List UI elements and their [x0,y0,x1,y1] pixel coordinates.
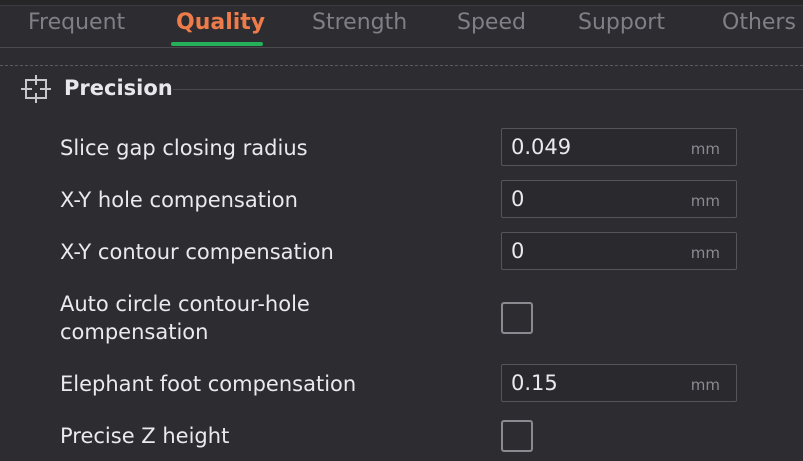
slice-gap-closing-radius-input[interactable] [511,133,671,161]
xy-contour-compensation-input[interactable] [511,237,671,265]
xy-hole-compensation-input[interactable] [511,185,671,213]
active-tab-indicator [171,42,263,46]
tab-others[interactable]: Others [722,8,796,42]
dashed-separator [0,65,803,66]
tab-strength[interactable]: Strength [312,8,407,42]
slice-gap-closing-radius-field[interactable]: mm [501,128,737,166]
elephant-foot-compensation-field[interactable]: mm [501,364,737,402]
settings-panel: Frequent Quality Strength Speed Support … [0,0,803,461]
setting-label-xy-contour: X-Y contour compensation [60,240,334,264]
xy-contour-compensation-field[interactable]: mm [501,232,737,270]
unit-label: mm [690,376,720,394]
setting-label-auto-circle: Auto circle contour-hole compensation [60,292,310,344]
tab-quality[interactable]: Quality [176,8,265,42]
unit-label: mm [690,244,720,262]
xy-hole-compensation-field[interactable]: mm [501,180,737,218]
tab-speed[interactable]: Speed [457,8,526,42]
section-title: Precision [64,76,173,100]
setting-label-xy-hole: X-Y hole compensation [60,188,298,212]
settings-tab-bar: Frequent Quality Strength Speed Support … [0,6,803,46]
unit-label: mm [690,140,720,158]
section-rule [173,89,803,90]
setting-label-precise-z: Precise Z height [60,424,230,448]
precise-z-height-checkbox[interactable] [501,420,533,452]
tab-bar-divider [0,47,803,48]
setting-label-slice-gap: Slice gap closing radius [60,136,308,160]
unit-label: mm [690,192,720,210]
tab-support[interactable]: Support [578,8,665,42]
elephant-foot-compensation-input[interactable] [511,369,671,397]
tab-frequent[interactable]: Frequent [28,8,125,42]
precision-crosshair-icon [20,74,52,104]
auto-circle-contour-hole-checkbox[interactable] [501,302,533,334]
setting-label-elephant-foot: Elephant foot compensation [60,372,357,396]
